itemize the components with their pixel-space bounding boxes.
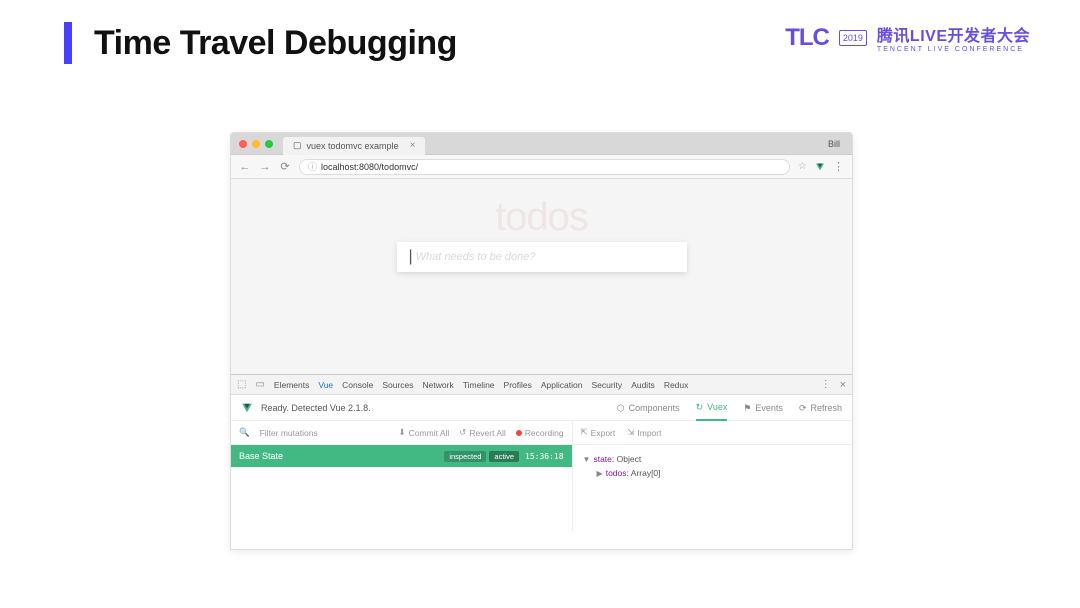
reload-icon[interactable]: ⟳ — [279, 161, 291, 173]
logo-chinese-block: 腾讯LIVE开发者大会 TENCENT LIVE CONFERENCE — [877, 22, 1030, 53]
mutations-list: Base State inspected active 15:36:18 — [231, 445, 573, 531]
forward-icon[interactable]: → — [259, 161, 271, 173]
devtools-tab-audits[interactable]: Audits — [631, 380, 655, 390]
browser-tab[interactable]: ▢ vuex todomvc example × — [283, 137, 425, 155]
base-state-label: Base State — [239, 451, 283, 461]
nav-components[interactable]: ⬡Components — [617, 403, 680, 420]
search-icon: 🔍 — [239, 427, 250, 438]
tab-close-icon[interactable]: × — [410, 140, 416, 151]
tab-title: vuex todomvc example — [307, 141, 399, 151]
nav-refresh[interactable]: ⟳Refresh — [799, 403, 842, 420]
vuex-toolbar-right: ⇱Export ⇲Import — [573, 421, 852, 444]
logo-en: TENCENT LIVE CONFERENCE — [877, 46, 1030, 53]
revert-all-button[interactable]: ↺Revert All — [459, 427, 506, 438]
state-line-1[interactable]: ▼state: Object — [583, 453, 842, 467]
tlc-logo: TLC 2019 腾讯LIVE开发者大会 TENCENT LIVE CONFER… — [785, 22, 1030, 53]
state-line-2[interactable]: ▶todos: Array[0] — [597, 467, 842, 481]
refresh-icon: ⟳ — [799, 403, 807, 414]
revert-icon: ↺ — [459, 427, 466, 438]
url-right-icons: ☆ ⋮ — [798, 160, 844, 173]
vue-status-text: Ready. Detected Vue 2.1.8. — [261, 403, 371, 413]
inspect-icon[interactable]: ⬚ — [237, 379, 246, 390]
devtools-tab-vue[interactable]: Vue — [318, 380, 333, 390]
vuex-icon: ↻ — [696, 402, 704, 413]
import-button[interactable]: ⇲Import — [627, 427, 661, 438]
nav-vuex[interactable]: ↻Vuex — [696, 402, 728, 421]
close-window-icon[interactable] — [239, 140, 247, 148]
devtools-tab-timeline[interactable]: Timeline — [463, 380, 495, 390]
active-badge: active — [489, 451, 519, 462]
export-button[interactable]: ⇱Export — [581, 427, 616, 438]
bookmark-icon[interactable]: ☆ — [798, 161, 807, 172]
timestamp: 15:36:18 — [525, 452, 564, 461]
todos-heading: todos — [495, 195, 588, 240]
record-icon — [516, 430, 522, 436]
vue-devtools-header: Ready. Detected Vue 2.1.8. ⬡Components ↻… — [231, 395, 852, 421]
url-bar: ← → ⟳ ⓘ localhost:8080/todomvc/ ☆ ⋮ — [231, 155, 852, 179]
devtools-tab-application[interactable]: Application — [541, 380, 583, 390]
import-icon: ⇲ — [627, 427, 634, 438]
logo-year: 2019 — [839, 30, 867, 46]
devtools-tab-redux[interactable]: Redux — [664, 380, 689, 390]
download-icon: ⬇ — [399, 427, 406, 438]
devtools-tab-sources[interactable]: Sources — [382, 380, 413, 390]
vue-extension-icon[interactable] — [815, 162, 825, 172]
nav-events[interactable]: ⚑Events — [743, 403, 783, 420]
inspected-badge: inspected — [444, 451, 486, 462]
events-icon: ⚑ — [743, 403, 751, 414]
devtools-tab-console[interactable]: Console — [342, 380, 373, 390]
recording-toggle[interactable]: Recording — [516, 428, 564, 438]
accent-bar — [64, 22, 72, 64]
devtools-menu-icon[interactable]: ⋮ — [821, 379, 831, 390]
devtools-tab-elements[interactable]: Elements — [274, 380, 309, 390]
browser-tab-bar: ▢ vuex todomvc example × Bill — [231, 133, 852, 155]
expand-arrow-icon: ▶ — [597, 469, 603, 478]
menu-icon[interactable]: ⋮ — [833, 160, 844, 173]
browser-window: ▢ vuex todomvc example × Bill ← → ⟳ ⓘ lo… — [230, 132, 853, 550]
todo-input[interactable]: | What needs to be done? — [397, 242, 687, 272]
text-cursor-icon: | — [409, 248, 413, 266]
tab-favicon: ▢ — [293, 140, 302, 151]
back-icon[interactable]: ← — [239, 161, 251, 173]
todo-placeholder: What needs to be done? — [416, 251, 536, 263]
vuex-panels: Base State inspected active 15:36:18 ▼st… — [231, 445, 852, 531]
expand-arrow-icon: ▼ — [583, 455, 591, 464]
profile-name[interactable]: Bill — [828, 139, 840, 149]
devtools-tab-network[interactable]: Network — [423, 380, 454, 390]
vue-logo-icon — [241, 402, 253, 414]
devtools-tabs: ⬚ ▭ Elements Vue Console Sources Network… — [231, 375, 852, 395]
base-state-row[interactable]: Base State inspected active 15:36:18 — [231, 445, 572, 467]
devtools-tab-security[interactable]: Security — [591, 380, 622, 390]
commit-all-button[interactable]: ⬇Commit All — [399, 427, 450, 438]
info-icon: ⓘ — [308, 160, 317, 173]
address-bar[interactable]: ⓘ localhost:8080/todomvc/ — [299, 159, 790, 175]
export-icon: ⇱ — [581, 427, 588, 438]
filter-mutations-input[interactable]: Filter mutations — [260, 428, 318, 438]
minimize-window-icon[interactable] — [252, 140, 260, 148]
logo-text: TLC — [785, 24, 829, 52]
logo-cn: 腾讯LIVE开发者大会 — [877, 22, 1030, 46]
slide-title: Time Travel Debugging — [94, 24, 457, 63]
devtools-close-icon[interactable]: × — [840, 379, 846, 391]
state-inspector: ▼state: Object ▶todos: Array[0] — [573, 445, 852, 531]
maximize-window-icon[interactable] — [265, 140, 273, 148]
vuex-toolbar: 🔍 Filter mutations ⬇Commit All ↺Revert A… — [231, 421, 852, 445]
components-icon: ⬡ — [617, 403, 625, 414]
traffic-lights — [239, 140, 273, 148]
devtools-tab-profiles[interactable]: Profiles — [504, 380, 532, 390]
device-icon[interactable]: ▭ — [255, 379, 264, 390]
vue-devtools-nav: ⬡Components ↻Vuex ⚑Events ⟳Refresh — [617, 402, 842, 414]
devtools-panel: ⬚ ▭ Elements Vue Console Sources Network… — [231, 374, 852, 531]
url-text: localhost:8080/todomvc/ — [321, 162, 418, 172]
page-content: todos | What needs to be done? — [231, 179, 852, 374]
vuex-toolbar-left: 🔍 Filter mutations ⬇Commit All ↺Revert A… — [231, 421, 573, 444]
